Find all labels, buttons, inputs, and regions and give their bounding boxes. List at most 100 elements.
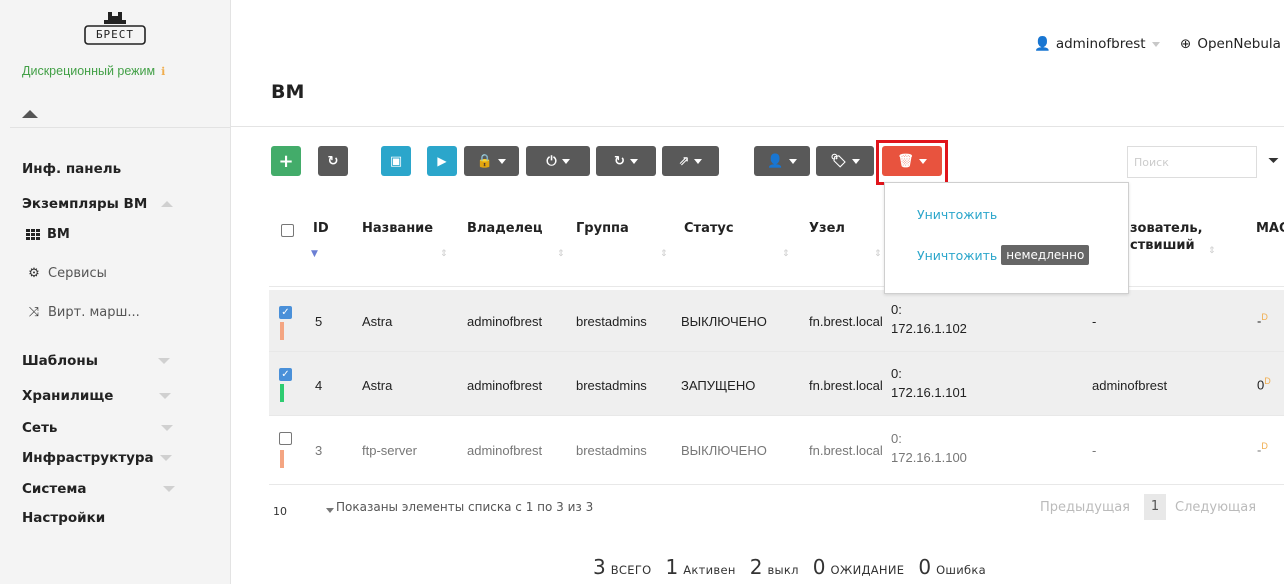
lock-icon: 🔒 (476, 153, 494, 169)
hard-badge: немедленно (1001, 245, 1090, 265)
select-all-checkbox[interactable] (281, 224, 294, 237)
menu-item-label: Уничтожить (917, 207, 998, 222)
column-header-name[interactable]: Название (362, 221, 433, 236)
sidebar-item-vrouters[interactable]: ⤨ Вирт. марш... (26, 305, 140, 320)
sidebar-item-network[interactable]: Сеть (22, 420, 174, 436)
stat-error-label: Ошибка (936, 563, 987, 577)
sort-icon: ⇕ (874, 249, 882, 259)
chevron-down-icon (162, 486, 175, 492)
table-row[interactable]: ✓ 4 Astra adminofbrest brestadmins ЗАПУЩ… (269, 352, 1284, 415)
power-icon: ⏻ (546, 153, 557, 169)
sort-icon: ⇕ (440, 249, 448, 259)
sidebar-item-settings[interactable]: Настройки (22, 510, 105, 526)
random-icon: ⤨ (28, 305, 40, 320)
cell-last-user: - (1092, 314, 1097, 329)
cell-host: fn.brest.local (809, 378, 883, 393)
sort-desc-icon: ▼ (311, 249, 318, 259)
column-header-id[interactable]: ID (313, 221, 329, 236)
stat-off-label: выкл (767, 563, 799, 577)
row-checkbox[interactable]: ✓ (279, 368, 292, 381)
cell-name: Astra (362, 314, 393, 329)
menu-item-terminate[interactable]: Уничтожить (917, 207, 997, 222)
vm-stats: 3 ВСЕГО 1 Активен 2 выкл 0 ОЖИДАНИЕ 0 Ошибка (593, 555, 986, 579)
sidebar-item-services[interactable]: ⚙ Сервисы (26, 266, 107, 281)
delete-dropdown-menu: Уничтожить Уничтожить немедленно (884, 182, 1129, 294)
current-page-button[interactable]: 1 (1144, 494, 1166, 520)
column-header-status[interactable]: Статус (684, 221, 734, 236)
cell-id: 5 (315, 314, 323, 329)
sidebar-item-vm-instances[interactable]: Экземпляры ВМ (22, 196, 174, 212)
plus-icon: + (278, 150, 294, 172)
sidebar-item-infrastructure[interactable]: Инфраструктура (22, 450, 172, 466)
lock-menu-button[interactable]: 🔒 (464, 146, 519, 176)
table-row[interactable]: ✓ 5 Astra adminofbrest brestadmins ВЫКЛЮ… (269, 290, 1284, 351)
sidebar-item-templates[interactable]: Шаблоны (22, 353, 170, 369)
sidebar-item-vms[interactable]: ВМ (26, 227, 70, 242)
sidebar-divider (10, 127, 231, 128)
sidebar-item-dashboard[interactable]: Инф. панель (22, 161, 121, 177)
collapse-arrow-icon[interactable] (22, 110, 38, 118)
info-icon[interactable]: ℹ (161, 66, 165, 78)
chevron-up-icon (161, 201, 174, 207)
resume-button[interactable]: ▶ (427, 146, 457, 176)
stat-pending-label: ОЖИДАНИЕ (830, 563, 905, 577)
stat-total-count: 3 (593, 555, 606, 579)
column-header-mac[interactable]: MAC (1256, 221, 1284, 236)
ip-label: 0: (891, 366, 902, 381)
refresh-button[interactable]: ↻ (318, 146, 348, 176)
zone-menu[interactable]: ⊕ OpenNebula (1180, 36, 1284, 52)
cell-mac: -D (1257, 441, 1268, 457)
reboot-menu-button[interactable]: ↻ (596, 146, 656, 176)
ip-value: 172.16.1.100 (891, 450, 967, 465)
cell-group: brestadmins (576, 314, 647, 329)
migrate-menu-button[interactable]: ⇗ (662, 146, 719, 176)
table-row[interactable]: 3 ftp-server adminofbrest brestadmins ВЫ… (269, 416, 1284, 479)
zone-name: OpenNebula (1197, 36, 1281, 52)
state-indicator (280, 384, 284, 402)
owner-menu-button[interactable]: 👤 (754, 146, 810, 176)
cell-last-user: - (1092, 443, 1097, 458)
state-indicator (280, 450, 284, 468)
save-as-template-button[interactable]: ▣ (381, 146, 411, 176)
delete-button-highlight (876, 140, 948, 185)
stat-pending-count: 0 (812, 555, 826, 579)
user-icon: 👤 (1034, 36, 1051, 52)
sidebar-item-label: Настройки (22, 510, 106, 526)
labels-menu-button[interactable]: 🏷 (816, 146, 874, 176)
previous-page-button[interactable]: Предыдущая (1040, 500, 1130, 515)
services-icon: ⚙ (28, 266, 40, 281)
cell-status: ЗАПУЩЕНО (681, 378, 756, 393)
column-header-owner[interactable]: Владелец (467, 221, 543, 236)
cell-owner: adminofbrest (467, 378, 543, 393)
user-menu[interactable]: 👤 adminofbrest (1034, 36, 1160, 52)
power-menu-button[interactable]: ⏻ (526, 146, 590, 176)
filter-icon[interactable]: ⏷ (1268, 153, 1279, 169)
repeat-icon: ↻ (614, 153, 625, 169)
state-indicator (280, 322, 284, 340)
menu-item-label: Уничтожить (917, 247, 998, 263)
table-info: Показаны элементы списка с 1 по 3 из 3 (336, 500, 594, 514)
sidebar-item-storage[interactable]: Хранилище (22, 388, 172, 404)
column-header-last-user[interactable]: зователь, ствиший (1130, 221, 1203, 253)
column-header-group[interactable]: Группа (576, 221, 629, 236)
sort-icon: ⇕ (782, 249, 790, 259)
row-checkbox[interactable] (279, 432, 292, 445)
logo-text: БРЕСТ (95, 28, 135, 41)
sidebar-item-label: Инфраструктура (22, 450, 154, 466)
sidebar-item-system[interactable]: Система (22, 481, 175, 497)
globe-icon: ⊕ (1180, 36, 1192, 52)
mac-flag: D (1261, 441, 1268, 451)
create-button[interactable]: + (271, 146, 301, 176)
cell-id: 3 (315, 443, 323, 458)
column-header-host[interactable]: Узел (809, 221, 845, 236)
search-input[interactable]: Поиск (1127, 146, 1257, 178)
next-page-button[interactable]: Следующая (1175, 500, 1256, 515)
row-checkbox[interactable]: ✓ (279, 306, 292, 319)
chevron-down-icon (1151, 41, 1160, 47)
play-icon: ▶ (437, 154, 447, 168)
cell-status: ВЫКЛЮЧЕНО (681, 443, 767, 458)
stat-total-label: ВСЕГО (610, 563, 652, 577)
menu-item-terminate-hard[interactable]: Уничтожить немедленно (917, 245, 1090, 265)
cell-ip: 0: 172.16.1.102 (891, 302, 967, 336)
cell-group: brestadmins (576, 378, 647, 393)
